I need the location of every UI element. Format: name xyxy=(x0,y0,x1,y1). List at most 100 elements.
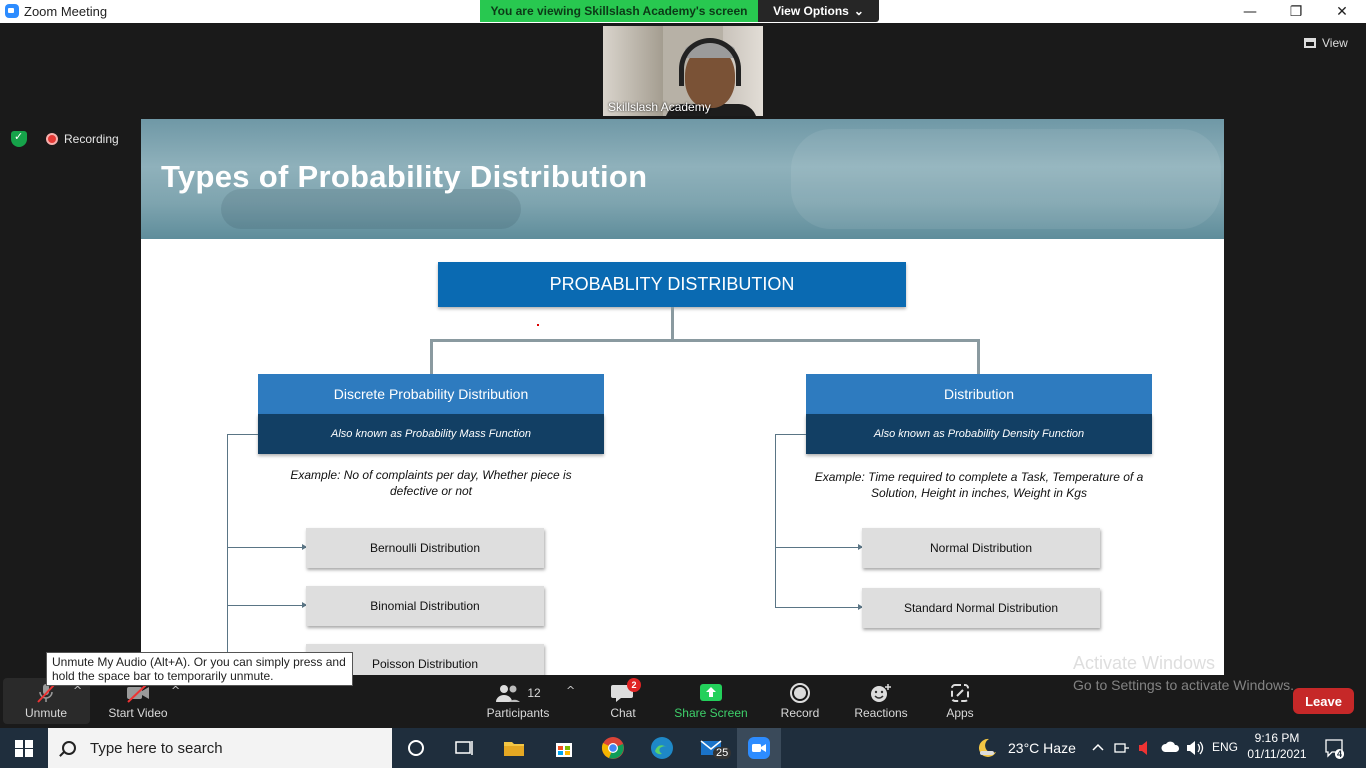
root-node-label: PROBABLITY DISTRIBUTION xyxy=(549,274,795,294)
unmute-label: Unmute xyxy=(24,706,68,720)
chrome-icon[interactable] xyxy=(601,736,625,760)
arrow-icon xyxy=(228,544,307,550)
mail-badge: 25 xyxy=(713,747,732,759)
zoom-window: Zoom Meeting You are viewing Skillslash … xyxy=(0,0,1366,768)
root-node: PROBABLITY DISTRIBUTION xyxy=(438,262,906,307)
participant-video[interactable]: Skillslash Academy xyxy=(603,26,763,116)
restore-icon: ❐ xyxy=(1289,3,1303,20)
share-screen-icon xyxy=(699,680,723,706)
file-explorer-icon[interactable] xyxy=(502,736,526,760)
connector-line xyxy=(430,339,979,342)
chat-unread-badge: 2 xyxy=(627,678,641,692)
start-video-label: Start Video xyxy=(108,706,168,720)
clock[interactable]: 9:16 PM 01/11/2021 xyxy=(1246,731,1308,761)
zoom-taskbar-item[interactable] xyxy=(737,728,781,768)
clock-time: 9:16 PM xyxy=(1254,731,1300,745)
connector-line xyxy=(430,339,433,374)
chevron-up-icon[interactable] xyxy=(1090,739,1106,755)
restore-button[interactable]: ❐ xyxy=(1273,0,1319,23)
reactions-button[interactable]: Reactions xyxy=(850,680,912,724)
record-label: Record xyxy=(780,706,820,720)
edge-icon[interactable] xyxy=(650,736,674,760)
windows-start-icon[interactable] xyxy=(15,740,33,757)
window-title: Zoom Meeting xyxy=(24,4,108,19)
smiley-plus-icon xyxy=(869,680,893,706)
discrete-example: Example: No of complaints per day, Wheth… xyxy=(290,468,572,498)
leave-label: Leave xyxy=(1305,693,1342,709)
apps-button[interactable]: Apps xyxy=(940,680,980,724)
security-shield-icon[interactable] xyxy=(11,130,27,147)
clock-date: 01/11/2021 xyxy=(1247,747,1307,761)
leaf-binomial: Binomial Distribution xyxy=(306,586,544,626)
screen-share-banner: You are viewing Skillslash Academy's scr… xyxy=(480,0,758,22)
leaf-label: Bernoulli Distribution xyxy=(369,541,481,555)
volume-icon[interactable] xyxy=(1185,739,1205,757)
continuous-example: Example: Time required to complete a Tas… xyxy=(814,470,1144,500)
activate-windows-title: Activate Windows xyxy=(1073,653,1216,673)
view-layout-button[interactable]: View xyxy=(1304,32,1360,54)
share-screen-label: Share Screen xyxy=(674,706,748,720)
cortana-icon[interactable] xyxy=(404,736,428,760)
continuous-category-subtitle: Also known as Probability Density Functi… xyxy=(806,414,1152,454)
leaf-label: Binomial Distribution xyxy=(370,599,480,613)
left-tree-line xyxy=(227,434,228,675)
leaf-bernoulli: Bernoulli Distribution xyxy=(306,528,544,568)
taskbar-search-placeholder: Type here to search xyxy=(90,739,223,757)
recording-indicator-icon xyxy=(46,133,58,145)
connector-line xyxy=(671,307,674,340)
zoom-icon xyxy=(748,737,770,759)
participants-button[interactable]: 12 Participants xyxy=(484,680,552,724)
start-video-button[interactable]: Start Video xyxy=(104,680,172,724)
participants-options-caret[interactable]: ^ xyxy=(566,684,575,697)
shared-slide: Types of Probability Distribution PROBAB… xyxy=(141,119,1224,675)
chevron-down-icon: ⌄ xyxy=(853,4,864,18)
weather-moon-icon[interactable] xyxy=(975,736,999,760)
grid-view-icon xyxy=(1304,38,1316,48)
participant-name: Skillslash Academy xyxy=(608,100,711,114)
record-icon xyxy=(789,680,811,706)
apps-label: Apps xyxy=(946,706,974,720)
tooltip-line-2: hold the space bar to temporarily unmute… xyxy=(52,669,274,683)
zoom-app-icon xyxy=(5,4,19,18)
leaf-label: Standard Normal Distribution xyxy=(903,601,1059,615)
weather-text[interactable]: 23°C Haze xyxy=(1008,740,1076,756)
discrete-category-subtitle: Also known as Probability Mass Function xyxy=(258,414,604,454)
leave-meeting-button[interactable]: Leave xyxy=(1293,688,1354,714)
search-icon xyxy=(62,741,76,755)
leaf-label: Normal Distribution xyxy=(929,541,1033,555)
unmute-button[interactable]: Unmute xyxy=(14,680,78,724)
network-icon[interactable] xyxy=(1113,739,1131,757)
continuous-category-title-text: Distribution xyxy=(943,386,1015,402)
leaf-standard-normal: Standard Normal Distribution xyxy=(862,588,1100,628)
tooltip-line-1: Unmute My Audio (Alt+A). Or you can simp… xyxy=(52,655,346,669)
leaf-label: Poisson Distribution xyxy=(371,657,479,671)
title-bar: Zoom Meeting You are viewing Skillslash … xyxy=(0,0,1366,23)
discrete-category-subtitle-text: Also known as Probability Mass Function xyxy=(331,428,531,440)
right-tree-line xyxy=(775,434,776,608)
view-options-button[interactable]: View Options ⌄ xyxy=(758,0,879,22)
speaker-muted-icon[interactable] xyxy=(1137,739,1153,757)
task-view-icon[interactable] xyxy=(452,736,476,760)
leaf-normal: Normal Distribution xyxy=(862,528,1100,568)
share-screen-button[interactable]: Share Screen xyxy=(674,680,748,724)
participants-label: Participants xyxy=(486,706,550,720)
record-button[interactable]: Record xyxy=(778,680,822,724)
activate-windows-subtitle: Go to Settings to activate Windows. xyxy=(1073,677,1294,693)
store-icon[interactable] xyxy=(552,736,576,760)
arrow-icon xyxy=(776,544,863,550)
close-icon: ✕ xyxy=(1336,3,1348,20)
reactions-label: Reactions xyxy=(854,706,908,720)
language-indicator[interactable]: ENG xyxy=(1212,740,1238,754)
onedrive-cloud-icon[interactable] xyxy=(1161,739,1181,755)
apps-icon xyxy=(949,680,971,706)
continuous-category-title: Distribution xyxy=(806,374,1152,414)
connector-line xyxy=(977,339,980,374)
arrow-icon xyxy=(228,602,307,608)
view-layout-label: View xyxy=(1322,36,1348,50)
recording-label: Recording xyxy=(64,132,119,146)
minimize-button[interactable]: — xyxy=(1227,0,1273,23)
taskbar-search-box[interactable]: Type here to search xyxy=(48,728,392,768)
close-button[interactable]: ✕ xyxy=(1319,0,1365,23)
minimize-icon: — xyxy=(1243,3,1257,20)
unmute-tooltip: Unmute My Audio (Alt+A). Or you can simp… xyxy=(46,652,353,686)
